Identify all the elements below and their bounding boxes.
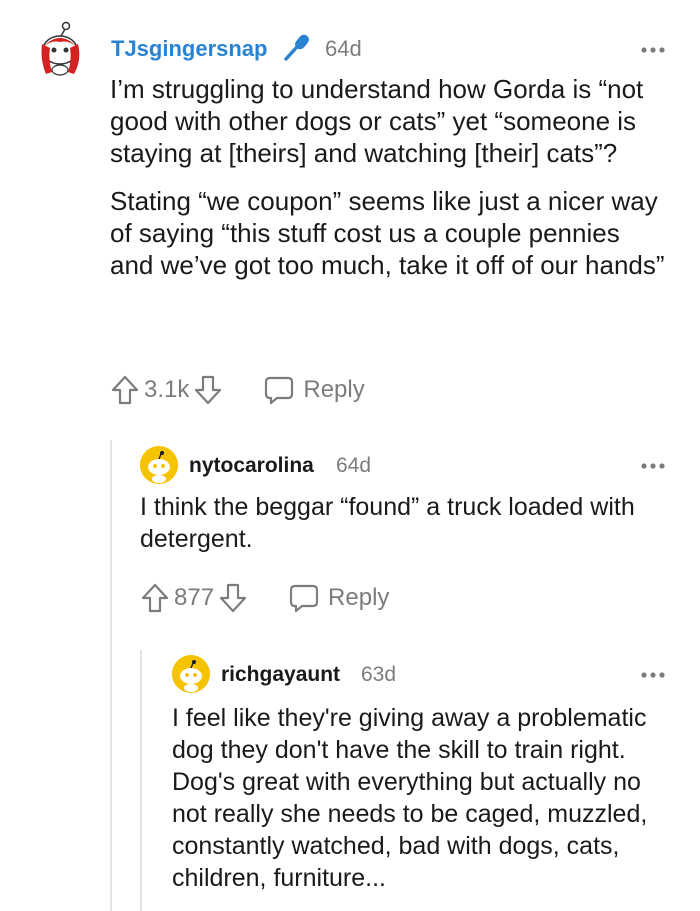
comment-body: I feel like they're giving away a proble… bbox=[172, 702, 672, 910]
comment-thread: TJsgingersnap 64d I’m struggling to unde… bbox=[0, 0, 700, 911]
comment-paragraph: I feel like they're giving away a proble… bbox=[172, 704, 648, 892]
snoo-avatar-icon bbox=[172, 655, 210, 693]
comment-time: 63d bbox=[361, 663, 397, 686]
more-options-icon[interactable] bbox=[640, 667, 666, 679]
comment-3: richgayaunt 63d I feel like they're givi… bbox=[0, 0, 700, 911]
username[interactable]: richgayaunt bbox=[221, 663, 340, 687]
avatar[interactable] bbox=[172, 655, 210, 693]
